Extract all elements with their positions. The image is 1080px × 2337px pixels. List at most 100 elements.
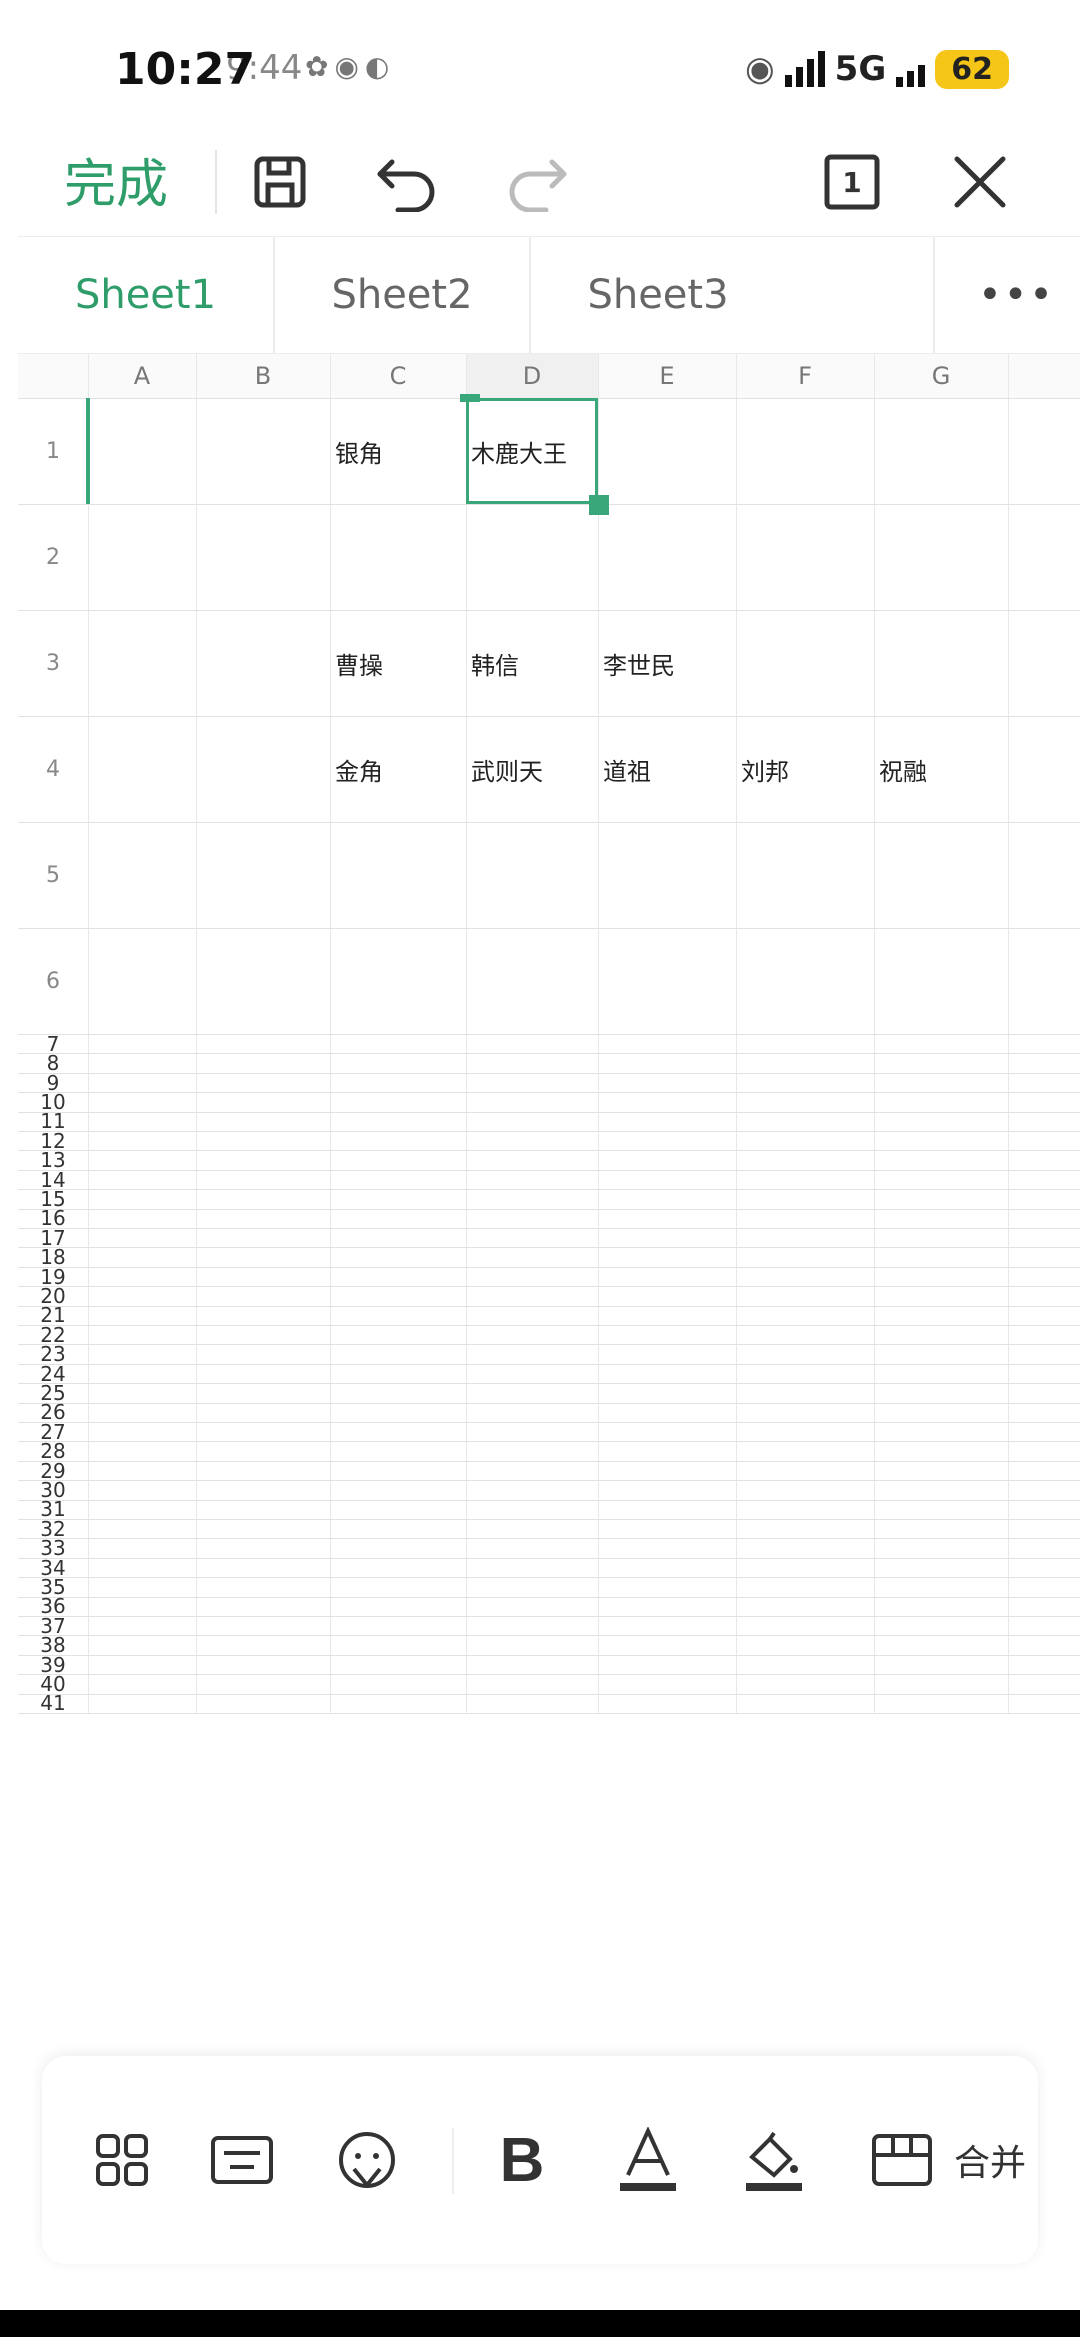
row-gridline [18,1693,1080,1695]
row-gridline [18,1674,1080,1676]
font-color-icon[interactable] [608,2056,688,2264]
row-gridline [18,1072,1080,1074]
fill-color-icon[interactable] [734,2056,814,2264]
row-gridline [18,716,1080,717]
selection-handle-start[interactable] [460,394,480,402]
row-gridline [18,1577,1080,1579]
row-gridline [18,1713,1080,1714]
row-gridline [18,1460,1080,1462]
cell-g4[interactable]: 祝融 [879,752,927,787]
keyboard-icon[interactable] [202,2056,282,2264]
row-header-41[interactable]: 41 [18,1691,88,1715]
row-header-6[interactable]: 6 [18,928,88,1034]
spreadsheet-app: 9:44 10:27 ✿◉◐ ◉ 5G 62 完成 1 Sheet1 Sheet… [0,0,1080,2310]
save-icon[interactable] [240,142,320,222]
status-right: ◉ 5G 62 [745,44,1009,94]
status-bar: 9:44 10:27 ✿◉◐ ◉ 5G 62 [0,0,1080,130]
done-button[interactable]: 完成 [64,142,168,217]
top-toolbar: 完成 1 [0,130,1080,235]
row-header-5[interactable]: 5 [18,822,88,928]
row-gridline [18,1383,1080,1385]
cell-e3[interactable]: 李世民 [603,646,675,681]
signal-icon [784,51,825,87]
row-gridline [18,1266,1080,1268]
merge-label: 合并 [953,2143,1026,2184]
column-header-d[interactable]: D [466,354,598,398]
row-gridline [18,1616,1080,1617]
row-header-3[interactable]: 3 [18,610,88,716]
cell-d4[interactable]: 武则天 [471,752,543,787]
cell-c3[interactable]: 曹操 [335,646,383,681]
signal-icon-2 [896,51,926,87]
row-gridline [18,1208,1080,1210]
column-header-a[interactable]: A [88,354,196,398]
bold-icon[interactable]: B [482,2056,562,2264]
selection-handle-end[interactable] [589,495,609,515]
row-gridline [18,1402,1080,1404]
row-header-1[interactable]: 1 [18,398,88,504]
status-time: 10:27 [115,44,256,95]
column-header-f[interactable]: F [736,354,874,398]
cell-c1[interactable]: 银角 [335,434,383,469]
row-gridline [18,1480,1080,1482]
tab-sheet1[interactable]: Sheet1 [18,237,273,353]
notification-icons: ✿◉◐ [305,50,396,83]
row-gridline [18,1344,1080,1346]
row-gridline [18,504,1080,505]
merge-button[interactable]: 合并 [950,2056,1030,2264]
row-gridline [18,1228,1080,1229]
eye-icon: ◉ [745,49,775,89]
row-gridline [18,1169,1080,1171]
row-gridline [18,1053,1080,1055]
row-gridline [18,1596,1080,1598]
sheet-tabs: Sheet1 Sheet2 Sheet3 ••• [18,236,1080,354]
voice-assistant-icon[interactable] [327,2056,407,2264]
row-gridline [18,1150,1080,1152]
row-gridline [18,610,1080,611]
selected-cell-border[interactable] [466,398,598,504]
bottom-toolbar: B 合并 [42,2056,1038,2264]
undo-icon[interactable] [368,142,448,222]
sheet-count: 1 [842,165,862,199]
row-gridline [18,1092,1080,1094]
row-gridline [18,1247,1080,1249]
row-gridline [18,1499,1080,1501]
network-type: 5G [834,49,887,89]
tab-sheet2[interactable]: Sheet2 [275,237,529,353]
row-gridline [18,1305,1080,1307]
row-gridline [18,1131,1080,1132]
row-gridline [18,1034,1080,1035]
row-gridline [18,1111,1080,1113]
cell-e4[interactable]: 道祖 [603,752,651,787]
row-gridline [18,1654,1080,1656]
cell-format-icon[interactable] [862,2056,942,2264]
row-gridline [18,1519,1080,1520]
row-gridline [18,1635,1080,1637]
row-header-2[interactable]: 2 [18,504,88,610]
cell-f4[interactable]: 刘邦 [741,752,789,787]
row-gridline [18,1538,1080,1540]
toolbar-divider [452,2128,454,2194]
column-header-e[interactable]: E [598,354,736,398]
row-gridline [18,1286,1080,1288]
row-gridline [18,1557,1080,1559]
spreadsheet-grid[interactable]: A B C D E F G 1 2 3 4 5 6 7 8 9 10 11 12 13 14 15 16 17 18 19 20 21… [18,354,1080,2054]
cell-d3[interactable]: 韩信 [471,646,519,681]
row-header-4[interactable]: 4 [18,716,88,822]
sheet-count-icon[interactable]: 1 [812,142,892,222]
tab-sheet3[interactable]: Sheet3 [531,237,785,353]
more-icon[interactable]: ••• [953,237,1080,353]
row-gridline [18,928,1080,929]
row-gridline [18,822,1080,823]
column-header-b[interactable]: B [196,354,330,398]
row-gridline [18,1441,1080,1443]
column-header-c[interactable]: C [330,354,466,398]
redo-icon[interactable] [496,142,576,222]
column-header-g[interactable]: G [874,354,1008,398]
close-icon[interactable] [940,142,1020,222]
cell-c4[interactable]: 金角 [335,752,383,787]
row-gridline [18,1189,1080,1191]
row-gridline [18,1422,1080,1423]
toolbar-divider [215,150,217,214]
apps-icon[interactable] [82,2056,162,2264]
